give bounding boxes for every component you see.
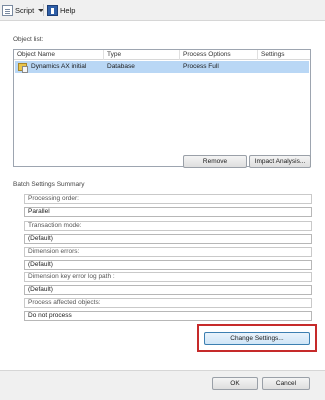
transaction-mode-label: Transaction mode: [24,221,312,231]
column-header-type[interactable]: Type [104,50,180,60]
column-header-process-options[interactable]: Process Options [180,50,258,60]
help-label: Help [60,5,76,15]
processing-order-label: Processing order: [24,194,312,204]
highlight-box [197,324,317,352]
transaction-mode-value: (Default) [24,234,312,244]
process-affected-objects-value: Do not process [24,311,312,321]
help-button[interactable]: Help [47,4,75,16]
dimension-key-error-log-path-value: (Default) [24,285,312,295]
table-row[interactable]: Dynamics AX initial Database Process Ful… [15,61,309,73]
batch-settings-label: Batch Settings Summary [13,181,85,188]
object-list-label: Object list: [13,36,44,43]
column-header-object-name[interactable]: Object Name [14,50,104,60]
impact-analysis-button[interactable]: Impact Analysis... [249,155,311,168]
remove-button[interactable]: Remove [183,155,247,168]
dimension-errors-label: Dimension errors: [24,247,312,257]
dimension-errors-value: (Default) [24,260,312,270]
settings-cell [261,61,309,73]
object-name-cell: Dynamics AX initial [31,63,87,70]
help-icon [47,4,58,16]
object-list-header: Object Name Type Process Options Setting… [14,50,310,60]
toolbar: Script Help [0,0,325,20]
dialog-footer: OK Cancel [0,371,325,400]
processing-order-value: Parallel [24,207,312,217]
column-header-settings[interactable]: Settings [258,50,310,60]
toolbar-separator [43,4,44,16]
database-icon [18,63,28,73]
ok-button[interactable]: OK [212,377,258,390]
process-options-cell: Process Full [183,63,219,70]
cancel-button[interactable]: Cancel [262,377,310,390]
object-list[interactable]: Object Name Type Process Options Setting… [13,49,311,167]
script-icon [2,4,13,16]
script-button[interactable]: Script [2,4,45,16]
type-cell: Database [107,63,135,70]
dimension-key-error-log-path-label: Dimension key error log path : [24,272,312,282]
process-affected-objects-label: Process affected objects: [24,298,312,308]
script-label: Script [15,5,35,15]
